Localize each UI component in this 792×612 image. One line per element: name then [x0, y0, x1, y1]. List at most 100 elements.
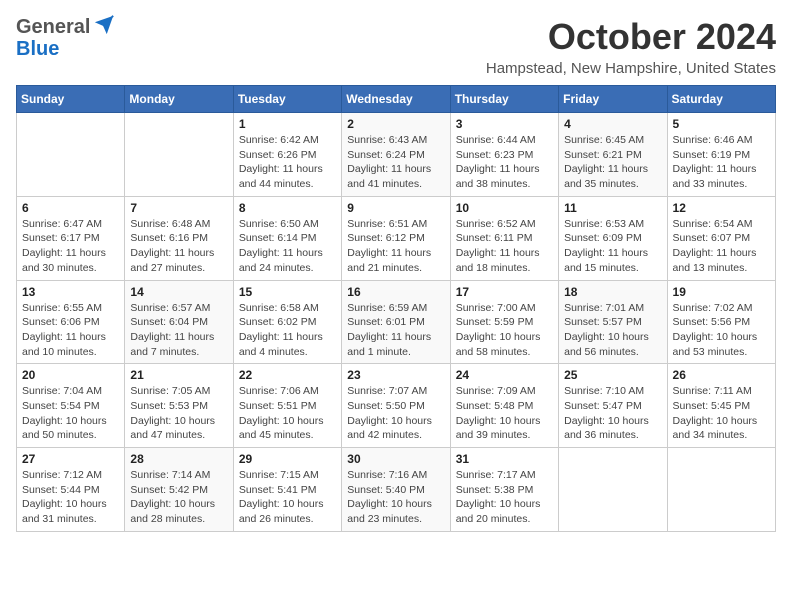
- day-detail: Sunrise: 7:10 AM Sunset: 5:47 PM Dayligh…: [564, 385, 649, 441]
- day-number: 20: [22, 368, 119, 382]
- calendar-cell: 12 Sunrise: 6:54 AM Sunset: 6:07 PM Dayli…: [667, 196, 775, 280]
- day-number: 27: [22, 452, 119, 466]
- day-of-week-header: Wednesday: [342, 86, 450, 113]
- day-detail: Sunrise: 7:02 AM Sunset: 5:56 PM Dayligh…: [673, 302, 758, 358]
- calendar-cell: 22Sunrise: 7:06 AM Sunset: 5:51 PM Dayli…: [233, 364, 341, 448]
- day-detail: Sunrise: 6:42 AM Sunset: 6:26 PM Dayligh…: [239, 134, 323, 190]
- calendar-cell: 1 Sunrise: 6:42 AM Sunset: 6:26 PM Daylig…: [233, 113, 341, 197]
- day-detail: Sunrise: 6:46 AM Sunset: 6:19 PM Dayligh…: [673, 134, 757, 190]
- day-detail: Sunrise: 7:07 AM Sunset: 5:50 PM Dayligh…: [347, 385, 432, 441]
- calendar-cell: 28Sunrise: 7:14 AM Sunset: 5:42 PM Dayli…: [125, 448, 233, 532]
- calendar-cell: [559, 448, 667, 532]
- day-detail: Sunrise: 7:14 AM Sunset: 5:42 PM Dayligh…: [130, 469, 215, 525]
- calendar-cell: [17, 113, 125, 197]
- day-detail: Sunrise: 6:47 AM Sunset: 6:17 PM Dayligh…: [22, 218, 106, 274]
- day-detail: Sunrise: 6:48 AM Sunset: 6:16 PM Dayligh…: [130, 218, 214, 274]
- day-number: 1: [239, 117, 336, 131]
- day-detail: Sunrise: 6:53 AM Sunset: 6:09 PM Dayligh…: [564, 218, 648, 274]
- calendar-cell: 8Sunrise: 6:50 AM Sunset: 6:14 PM Daylig…: [233, 196, 341, 280]
- day-number: 23: [347, 368, 444, 382]
- calendar-week-row: 13 Sunrise: 6:55 AM Sunset: 6:06 PM Dayli…: [17, 280, 776, 364]
- logo-blue: Blue: [16, 38, 59, 60]
- calendar-week-row: 6 Sunrise: 6:47 AM Sunset: 6:17 PM Daylig…: [17, 196, 776, 280]
- day-number: 10: [456, 201, 553, 215]
- day-detail: Sunrise: 6:45 AM Sunset: 6:21 PM Dayligh…: [564, 134, 648, 190]
- calendar-cell: 21 Sunrise: 7:05 AM Sunset: 5:53 PM Dayli…: [125, 364, 233, 448]
- day-number: 19: [673, 285, 770, 299]
- day-detail: Sunrise: 6:55 AM Sunset: 6:06 PM Dayligh…: [22, 302, 106, 358]
- calendar-cell: 7 Sunrise: 6:48 AM Sunset: 6:16 PM Daylig…: [125, 196, 233, 280]
- day-number: 12: [673, 201, 770, 215]
- calendar-cell: 10 Sunrise: 6:52 AM Sunset: 6:11 PM Dayli…: [450, 196, 558, 280]
- day-number: 9: [347, 201, 444, 215]
- day-detail: Sunrise: 7:16 AM Sunset: 5:40 PM Dayligh…: [347, 469, 432, 525]
- day-number: 31: [456, 452, 553, 466]
- calendar-cell: 9 Sunrise: 6:51 AM Sunset: 6:12 PM Daylig…: [342, 196, 450, 280]
- bird-icon: [93, 14, 115, 36]
- day-detail: Sunrise: 6:54 AM Sunset: 6:07 PM Dayligh…: [673, 218, 757, 274]
- day-number: 26: [673, 368, 770, 382]
- day-number: 6: [22, 201, 119, 215]
- calendar-week-row: 20Sunrise: 7:04 AM Sunset: 5:54 PM Dayli…: [17, 364, 776, 448]
- calendar-cell: 20Sunrise: 7:04 AM Sunset: 5:54 PM Dayli…: [17, 364, 125, 448]
- calendar-cell: 16 Sunrise: 6:59 AM Sunset: 6:01 PM Dayli…: [342, 280, 450, 364]
- day-number: 25: [564, 368, 661, 382]
- day-detail: Sunrise: 7:05 AM Sunset: 5:53 PM Dayligh…: [130, 385, 215, 441]
- calendar-cell: 6 Sunrise: 6:47 AM Sunset: 6:17 PM Daylig…: [17, 196, 125, 280]
- logo-general: General: [16, 16, 90, 38]
- day-of-week-header: Tuesday: [233, 86, 341, 113]
- calendar-cell: 17 Sunrise: 7:00 AM Sunset: 5:59 PM Dayli…: [450, 280, 558, 364]
- day-number: 18: [564, 285, 661, 299]
- day-detail: Sunrise: 7:11 AM Sunset: 5:45 PM Dayligh…: [673, 385, 758, 441]
- day-of-week-header: Saturday: [667, 86, 775, 113]
- calendar-cell: 15 Sunrise: 6:58 AM Sunset: 6:02 PM Dayli…: [233, 280, 341, 364]
- day-number: 15: [239, 285, 336, 299]
- calendar-cell: 26 Sunrise: 7:11 AM Sunset: 5:45 PM Dayli…: [667, 364, 775, 448]
- month-title: October 2024: [486, 16, 776, 58]
- day-number: 4: [564, 117, 661, 131]
- calendar-cell: 13 Sunrise: 6:55 AM Sunset: 6:06 PM Dayli…: [17, 280, 125, 364]
- title-area: October 2024 Hampstead, New Hampshire, U…: [486, 16, 776, 77]
- calendar-cell: [667, 448, 775, 532]
- calendar-week-row: 27Sunrise: 7:12 AM Sunset: 5:44 PM Dayli…: [17, 448, 776, 532]
- day-detail: Sunrise: 6:59 AM Sunset: 6:01 PM Dayligh…: [347, 302, 431, 358]
- calendar-cell: 18 Sunrise: 7:01 AM Sunset: 5:57 PM Dayli…: [559, 280, 667, 364]
- day-of-week-header: Friday: [559, 86, 667, 113]
- day-of-week-header: Monday: [125, 86, 233, 113]
- day-number: 7: [130, 201, 227, 215]
- day-detail: Sunrise: 6:43 AM Sunset: 6:24 PM Dayligh…: [347, 134, 431, 190]
- day-detail: Sunrise: 7:17 AM Sunset: 5:38 PM Dayligh…: [456, 469, 541, 525]
- day-number: 30: [347, 452, 444, 466]
- day-detail: Sunrise: 7:09 AM Sunset: 5:48 PM Dayligh…: [456, 385, 541, 441]
- day-number: 13: [22, 285, 119, 299]
- calendar-cell: 31 Sunrise: 7:17 AM Sunset: 5:38 PM Dayli…: [450, 448, 558, 532]
- day-number: 21: [130, 368, 227, 382]
- day-detail: Sunrise: 7:15 AM Sunset: 5:41 PM Dayligh…: [239, 469, 324, 525]
- day-number: 3: [456, 117, 553, 131]
- day-detail: Sunrise: 7:00 AM Sunset: 5:59 PM Dayligh…: [456, 302, 541, 358]
- calendar-cell: 27Sunrise: 7:12 AM Sunset: 5:44 PM Dayli…: [17, 448, 125, 532]
- day-of-week-header: Thursday: [450, 86, 558, 113]
- day-detail: Sunrise: 7:06 AM Sunset: 5:51 PM Dayligh…: [239, 385, 324, 441]
- calendar-table: SundayMondayTuesdayWednesdayThursdayFrid…: [16, 85, 776, 532]
- day-number: 14: [130, 285, 227, 299]
- day-detail: Sunrise: 6:51 AM Sunset: 6:12 PM Dayligh…: [347, 218, 431, 274]
- day-detail: Sunrise: 7:01 AM Sunset: 5:57 PM Dayligh…: [564, 302, 649, 358]
- day-number: 16: [347, 285, 444, 299]
- calendar-cell: 5 Sunrise: 6:46 AM Sunset: 6:19 PM Daylig…: [667, 113, 775, 197]
- calendar-cell: [125, 113, 233, 197]
- calendar-cell: 11Sunrise: 6:53 AM Sunset: 6:09 PM Dayli…: [559, 196, 667, 280]
- day-detail: Sunrise: 6:52 AM Sunset: 6:11 PM Dayligh…: [456, 218, 540, 274]
- day-number: 24: [456, 368, 553, 382]
- calendar-cell: 25 Sunrise: 7:10 AM Sunset: 5:47 PM Dayli…: [559, 364, 667, 448]
- calendar-header-row: SundayMondayTuesdayWednesdayThursdayFrid…: [17, 86, 776, 113]
- day-detail: Sunrise: 6:58 AM Sunset: 6:02 PM Dayligh…: [239, 302, 323, 358]
- calendar-cell: 4 Sunrise: 6:45 AM Sunset: 6:21 PM Daylig…: [559, 113, 667, 197]
- day-detail: Sunrise: 6:50 AM Sunset: 6:14 PM Dayligh…: [239, 218, 323, 274]
- day-detail: Sunrise: 6:44 AM Sunset: 6:23 PM Dayligh…: [456, 134, 540, 190]
- calendar-cell: 30 Sunrise: 7:16 AM Sunset: 5:40 PM Dayli…: [342, 448, 450, 532]
- day-number: 5: [673, 117, 770, 131]
- day-number: 29: [239, 452, 336, 466]
- day-number: 17: [456, 285, 553, 299]
- calendar-cell: 23 Sunrise: 7:07 AM Sunset: 5:50 PM Dayli…: [342, 364, 450, 448]
